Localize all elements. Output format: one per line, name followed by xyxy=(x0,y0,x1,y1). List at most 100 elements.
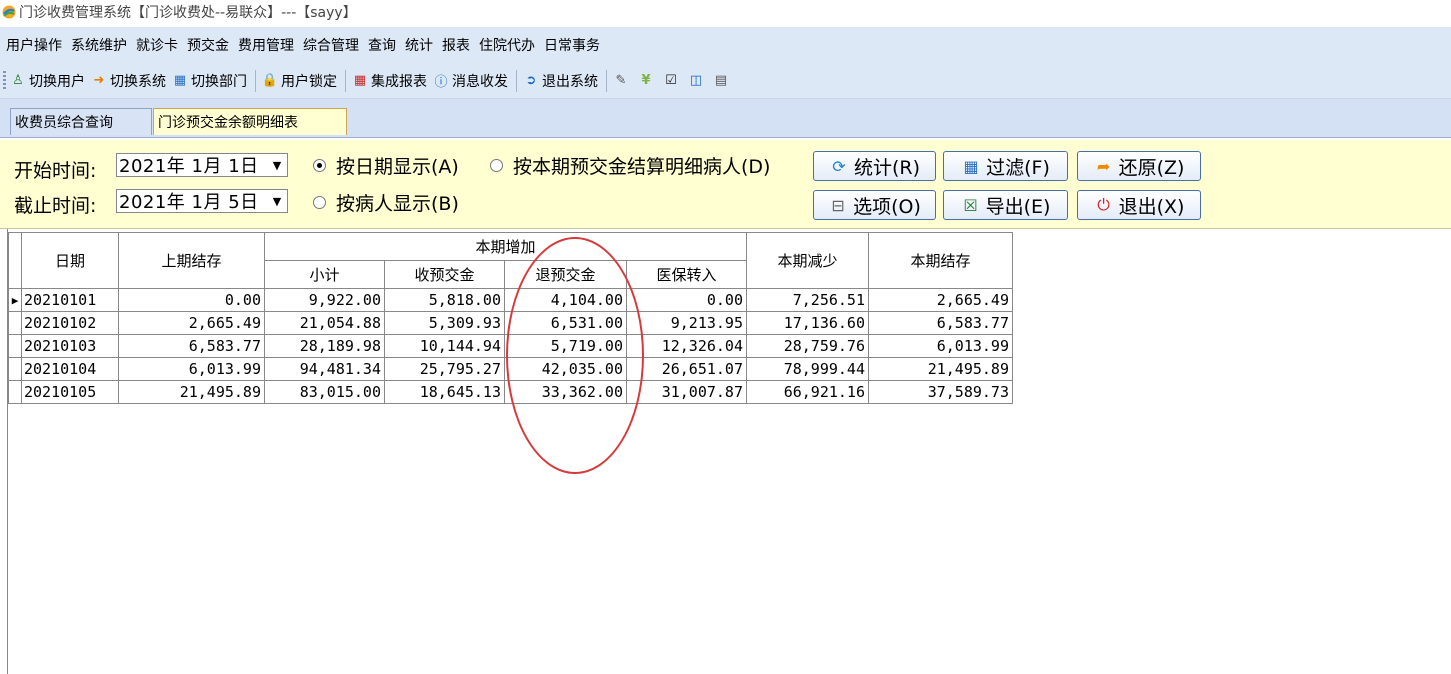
row-indicator xyxy=(8,380,22,404)
cell-decrease: 78,999.44 xyxy=(746,357,869,381)
exit-icon: ➲ xyxy=(525,73,537,88)
chevron-down-icon[interactable]: ▼ xyxy=(267,154,287,176)
cell-received: 18,645.13 xyxy=(384,380,505,404)
exit-button[interactable]: ⏻ 退出(X) xyxy=(1077,190,1201,220)
menu-fee-management[interactable]: 费用管理 xyxy=(234,35,299,55)
checkbox-tool-button[interactable]: ☑ xyxy=(663,73,682,89)
toolbar-separator xyxy=(516,69,517,92)
end-date-picker[interactable]: 2021年 1月 5日 ▼ xyxy=(116,189,288,213)
user-lock-icon: 🔒 xyxy=(261,73,279,88)
col-prev-balance-header[interactable]: 上期结存 xyxy=(118,232,265,289)
menu-general-management[interactable]: 综合管理 xyxy=(299,35,364,55)
exit-label: 退出(X) xyxy=(1118,195,1185,218)
menu-inpatient-agency[interactable]: 住院代办 xyxy=(475,35,540,55)
radio-by-patient[interactable]: 按病人显示(B) xyxy=(313,189,459,216)
restore-label: 还原(Z) xyxy=(1118,156,1185,179)
options-icon: ⊟ xyxy=(831,195,845,215)
table-row[interactable]: 20210102 2,665.49 21,054.88 5,309.93 6,5… xyxy=(8,311,1013,335)
menu-prepayment[interactable]: 预交金 xyxy=(183,35,234,55)
integrated-report-button[interactable]: ▦ 集成报表 xyxy=(352,71,427,91)
window-icon: ▤ xyxy=(714,73,728,88)
switch-user-button[interactable]: ♙ 切换用户 xyxy=(10,71,85,91)
cell-date: 20210105 xyxy=(21,380,119,404)
menu-daily-affairs[interactable]: 日常事务 xyxy=(540,35,605,55)
start-date-value: 2021年 1月 1日 xyxy=(119,156,259,177)
cell-subtotal: 9,922.00 xyxy=(264,288,385,312)
menu-reports[interactable]: 报表 xyxy=(438,35,475,55)
cell-subtotal: 21,054.88 xyxy=(264,311,385,335)
exit-system-button[interactable]: ➲ 退出系统 xyxy=(523,71,598,91)
cell-received: 5,818.00 xyxy=(384,288,505,312)
col-refunded-header[interactable]: 退预交金 xyxy=(504,260,627,289)
table-row[interactable]: ▶ 20210101 0.00 9,922.00 5,818.00 4,104.… xyxy=(8,288,1013,312)
cell-subtotal: 94,481.34 xyxy=(264,357,385,381)
app-logo-icon xyxy=(2,5,16,19)
stats-label: 统计(R) xyxy=(853,156,921,179)
menu-statistics[interactable]: 统计 xyxy=(401,35,438,55)
department-icon: ▦ xyxy=(173,73,187,88)
cell-balance: 21,495.89 xyxy=(868,357,1013,381)
stats-button[interactable]: ⟳ 统计(R) xyxy=(813,151,936,181)
tab-prepayment-balance[interactable]: 门诊预交金余额明细表 xyxy=(153,108,347,135)
switch-arrow-icon: ➜ xyxy=(93,73,105,88)
excel-export-icon: ☒ xyxy=(963,195,978,215)
col-date-header[interactable]: 日期 xyxy=(21,232,119,289)
options-button[interactable]: ⊟ 选项(O) xyxy=(813,190,936,220)
cell-prev-balance: 2,665.49 xyxy=(118,311,265,335)
message-label: 消息收发 xyxy=(452,73,508,90)
col-subtotal-header[interactable]: 小计 xyxy=(264,260,385,289)
table-row[interactable]: 20210103 6,583.77 28,189.98 10,144.94 5,… xyxy=(8,334,1013,358)
radio-by-date[interactable]: 按日期显示(A) xyxy=(313,152,459,179)
export-button[interactable]: ☒ 导出(E) xyxy=(943,190,1068,220)
col-decrease-header[interactable]: 本期减少 xyxy=(746,232,869,289)
end-time-label: 截止时间: xyxy=(14,195,97,217)
filter-panel: 开始时间: 2021年 1月 1日 ▼ 截止时间: 2021年 1月 5日 ▼ … xyxy=(0,140,1451,229)
table-row[interactable]: 20210104 6,013.99 94,481.34 25,795.27 42… xyxy=(8,357,1013,381)
col-balance-header[interactable]: 本期结存 xyxy=(868,232,1013,289)
switch-system-button[interactable]: ➜ 切换系统 xyxy=(91,71,166,91)
cell-decrease: 28,759.76 xyxy=(746,334,869,358)
cell-prev-balance: 6,013.99 xyxy=(118,357,265,381)
edit-tool-button[interactable]: ✎ xyxy=(613,73,632,89)
switch-user-label: 切换用户 xyxy=(29,73,85,90)
window-title: 门诊收费管理系统【门诊收费处--易联众】---【sayy】 xyxy=(19,5,357,21)
users-icon: ♙ xyxy=(12,73,24,88)
menu-user-ops[interactable]: 用户操作 xyxy=(0,35,67,55)
restore-button[interactable]: ➦ 还原(Z) xyxy=(1077,151,1201,181)
cell-date: 20210104 xyxy=(21,357,119,381)
cell-refunded: 4,104.00 xyxy=(504,288,627,312)
report-icon: ▦ xyxy=(353,73,367,88)
cell-prev-balance: 6,583.77 xyxy=(118,334,265,358)
col-received-header[interactable]: 收预交金 xyxy=(384,260,505,289)
yuan-tool-button[interactable]: ¥ xyxy=(638,73,657,89)
toolbar-separator xyxy=(255,69,256,92)
cell-insurance: 26,651.07 xyxy=(626,357,747,381)
toolbar-grip[interactable] xyxy=(3,70,6,91)
table-row[interactable]: 20210105 21,495.89 83,015.00 18,645.13 3… xyxy=(8,380,1013,404)
radio-by-settlement-label: 按本期预交金结算明细病人(D) xyxy=(513,156,771,178)
cell-date: 20210101 xyxy=(21,288,119,312)
col-insurance-header[interactable]: 医保转入 xyxy=(626,260,747,289)
menu-visit-card[interactable]: 就诊卡 xyxy=(132,35,183,55)
cell-insurance: 9,213.95 xyxy=(626,311,747,335)
chevron-down-icon[interactable]: ▼ xyxy=(267,190,287,212)
info-icon: ⓘ xyxy=(434,75,448,90)
radio-by-date-label: 按日期显示(A) xyxy=(336,156,459,178)
radio-by-settlement[interactable]: 按本期预交金结算明细病人(D) xyxy=(490,152,770,179)
tab-cashier-query[interactable]: 收费员综合查询 xyxy=(10,108,152,135)
radio-dot-icon xyxy=(313,196,326,209)
switch-dept-button[interactable]: ▦ 切换部门 xyxy=(172,71,247,91)
start-date-picker[interactable]: 2021年 1月 1日 ▼ xyxy=(116,153,288,177)
menu-system-maintenance[interactable]: 系统维护 xyxy=(67,35,132,55)
filter-button[interactable]: ▦ 过滤(F) xyxy=(943,151,1068,181)
columns-tool-button[interactable]: ◫ xyxy=(688,73,707,89)
menu-query[interactable]: 查询 xyxy=(364,35,401,55)
cell-received: 5,309.93 xyxy=(384,311,505,335)
row-indicator-header xyxy=(8,232,22,289)
menu-bar: 用户操作 系统维护 就诊卡 预交金 费用管理 综合管理 查询 统计 报表 住院代… xyxy=(0,27,1451,63)
window-tool-button[interactable]: ▤ xyxy=(713,73,732,89)
user-lock-button[interactable]: 🔒 用户锁定 xyxy=(262,71,337,91)
cell-subtotal: 83,015.00 xyxy=(264,380,385,404)
user-lock-label: 用户锁定 xyxy=(281,73,337,90)
message-button[interactable]: ⓘ 消息收发 xyxy=(433,71,508,91)
